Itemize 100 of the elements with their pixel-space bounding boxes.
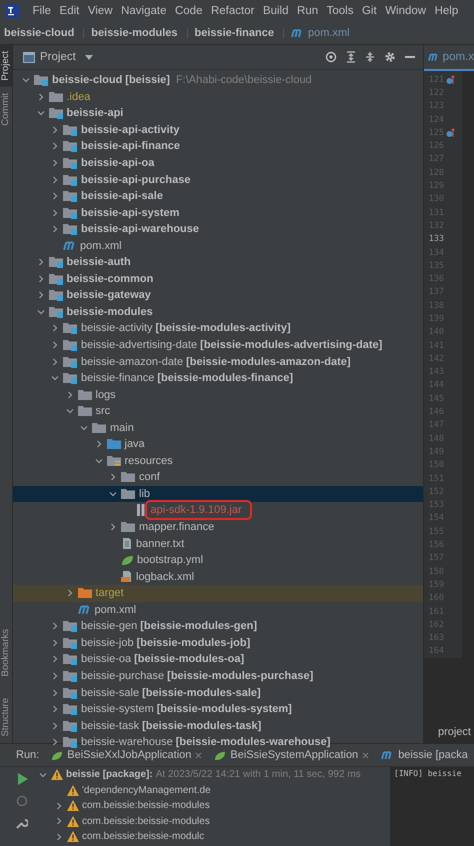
tree-item[interactable]: beissie-api-activity bbox=[81, 124, 180, 136]
run-tab[interactable]: BeiSsieXxlJobApplication bbox=[51, 749, 202, 761]
tree-item[interactable]: beissie-api bbox=[66, 107, 124, 120]
menu-item[interactable]: Edit bbox=[60, 5, 80, 17]
settings-icon[interactable] bbox=[384, 51, 396, 63]
chevron-icon[interactable] bbox=[51, 722, 59, 730]
breadcrumb-item[interactable]: beissie-modules bbox=[91, 27, 178, 39]
menu-item[interactable]: Navigate bbox=[121, 5, 166, 17]
tree-item[interactable]: beissie-system bbox=[81, 703, 154, 716]
chevron-icon[interactable] bbox=[94, 440, 102, 448]
chevron-icon[interactable] bbox=[51, 126, 59, 134]
tree-item[interactable]: src bbox=[96, 405, 110, 418]
tree-item[interactable]: beissie-sale bbox=[81, 686, 140, 698]
editor-tab[interactable]: pom.x bbox=[424, 45, 474, 71]
chevron-icon[interactable] bbox=[66, 390, 74, 399]
chevron-icon[interactable] bbox=[36, 258, 44, 266]
tree-item[interactable]: beissie-api-oa bbox=[81, 157, 154, 169]
chevron-icon[interactable] bbox=[66, 589, 74, 598]
chevron-icon[interactable] bbox=[51, 176, 59, 184]
wrench-icon[interactable] bbox=[16, 817, 28, 829]
chevron-icon[interactable] bbox=[94, 456, 102, 465]
menu-item[interactable]: Run bbox=[297, 5, 318, 17]
chevron-icon[interactable] bbox=[51, 688, 59, 696]
side-tab[interactable]: Bookmarks bbox=[0, 622, 12, 682]
tree-item[interactable]: mapper.finance bbox=[139, 521, 214, 534]
run-tab[interactable]: BeiSsieSystemApplication bbox=[214, 749, 370, 761]
chevron-icon[interactable] bbox=[51, 208, 59, 217]
expand-all-icon[interactable] bbox=[346, 51, 356, 63]
tree-item[interactable]: logs bbox=[96, 388, 116, 401]
tree-item[interactable]: java bbox=[124, 438, 145, 450]
build-message[interactable]: com.beissie:beissie-modulc bbox=[82, 831, 204, 842]
tree-item[interactable]: beissie-api-purchase bbox=[81, 174, 190, 186]
build-message[interactable]: com.beissie:beissie-modules bbox=[82, 800, 210, 812]
menu-item[interactable]: Build bbox=[262, 5, 289, 17]
chevron-icon[interactable] bbox=[109, 490, 117, 498]
tree-item[interactable]: banner.txt bbox=[136, 538, 184, 550]
tree-item[interactable]: beissie-gen bbox=[81, 620, 138, 632]
chevron-icon[interactable] bbox=[51, 324, 59, 332]
tree-item[interactable]: beissie-api-finance bbox=[81, 140, 180, 152]
tree-item[interactable]: beissie-modules bbox=[66, 306, 153, 318]
tree-item[interactable]: beissie-api-warehouse bbox=[81, 223, 199, 236]
chevron-icon[interactable] bbox=[51, 638, 59, 647]
close-icon[interactable] bbox=[362, 752, 370, 758]
side-tab[interactable]: Structure bbox=[0, 692, 12, 743]
tree-item[interactable]: lib bbox=[139, 488, 150, 500]
tree-item[interactable]: beissie-job bbox=[81, 636, 134, 649]
tree-item[interactable]: beissie-auth bbox=[66, 256, 131, 268]
menu-item[interactable]: Window bbox=[385, 5, 426, 17]
chevron-icon[interactable] bbox=[36, 92, 44, 101]
chevron-icon[interactable] bbox=[51, 705, 59, 714]
side-tab[interactable]: Commit bbox=[0, 86, 12, 132]
chevron-icon[interactable] bbox=[39, 770, 47, 779]
chevron-icon[interactable] bbox=[51, 225, 59, 234]
chevron-icon[interactable] bbox=[109, 523, 117, 532]
editor-breadcrumb[interactable]: project bbox=[438, 726, 471, 738]
build-message[interactable]: 'dependencyManagement.de bbox=[82, 784, 211, 796]
tree-item[interactable]: beissie-task bbox=[81, 720, 140, 732]
run-tab[interactable]: beissie [packa bbox=[381, 749, 468, 761]
tree-item[interactable]: logback.xml bbox=[136, 570, 194, 583]
menu-item[interactable]: Code bbox=[174, 5, 202, 17]
tree-item[interactable]: beissie-cloud bbox=[52, 74, 122, 86]
chevron-icon[interactable] bbox=[36, 109, 44, 118]
chevron-icon[interactable] bbox=[51, 622, 59, 630]
tree-item[interactable]: beissie-warehouse bbox=[81, 736, 173, 748]
chevron-icon[interactable] bbox=[36, 308, 44, 316]
override-marker-icon[interactable] bbox=[446, 128, 455, 138]
tree-item[interactable]: .idea bbox=[66, 90, 90, 103]
chevron-icon[interactable] bbox=[51, 142, 59, 150]
chevron-icon[interactable] bbox=[51, 374, 59, 382]
tree-item[interactable]: beissie-purchase bbox=[81, 670, 164, 682]
chevron-icon[interactable] bbox=[55, 802, 63, 810]
chevron-icon[interactable] bbox=[51, 159, 59, 167]
tree-item[interactable]: beissie-finance bbox=[81, 372, 154, 384]
side-tab[interactable]: Project bbox=[0, 45, 12, 87]
collapse-all-icon[interactable] bbox=[365, 51, 375, 63]
close-icon[interactable] bbox=[195, 752, 202, 758]
locate-icon[interactable] bbox=[325, 51, 337, 63]
chevron-icon[interactable] bbox=[55, 817, 63, 826]
chevron-icon[interactable] bbox=[66, 407, 74, 416]
tree-item[interactable]: beissie-api-system bbox=[81, 206, 180, 219]
menu-item[interactable]: File bbox=[32, 5, 52, 17]
menu-item[interactable]: Tools bbox=[326, 5, 354, 17]
tree-item[interactable]: target bbox=[96, 587, 124, 600]
tree-item[interactable]: bootstrap.yml bbox=[137, 554, 204, 566]
menu-item[interactable]: Refactor bbox=[210, 5, 254, 17]
chevron-icon[interactable] bbox=[51, 738, 59, 746]
play-icon[interactable] bbox=[16, 773, 28, 785]
breadcrumb-item[interactable]: pom.xml bbox=[308, 27, 350, 39]
chevron-icon[interactable] bbox=[36, 274, 44, 283]
tree-item[interactable]: pom.xml bbox=[80, 240, 122, 252]
chevron-icon[interactable] bbox=[51, 672, 59, 680]
chevron-icon[interactable] bbox=[51, 341, 59, 350]
chevron-icon[interactable] bbox=[51, 358, 59, 366]
tree-item[interactable]: beissie-common bbox=[66, 272, 154, 285]
menu-item[interactable]: Git bbox=[362, 5, 377, 17]
override-marker-icon[interactable] bbox=[446, 74, 455, 85]
chevron-icon[interactable] bbox=[109, 473, 117, 482]
tree-item[interactable]: main bbox=[110, 422, 134, 434]
tree-item[interactable]: beissie-api-sale bbox=[81, 190, 163, 202]
chevron-icon[interactable] bbox=[51, 655, 59, 664]
